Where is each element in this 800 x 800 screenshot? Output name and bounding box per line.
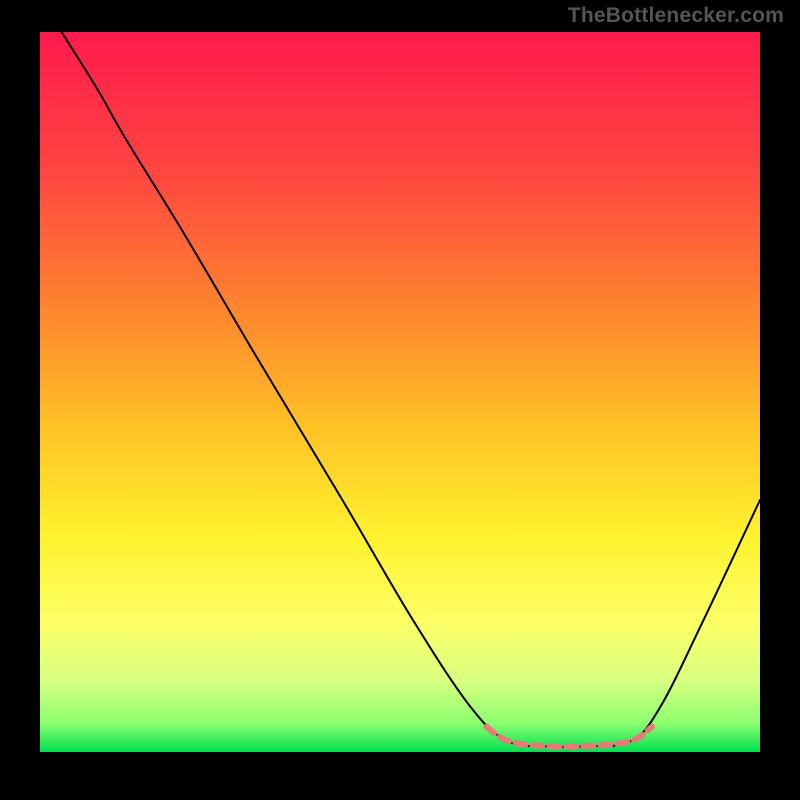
chart-frame [40, 32, 760, 752]
gradient-background [40, 32, 760, 752]
watermark-text: TheBottlenecker.com [568, 4, 784, 28]
chart-svg [40, 32, 760, 752]
